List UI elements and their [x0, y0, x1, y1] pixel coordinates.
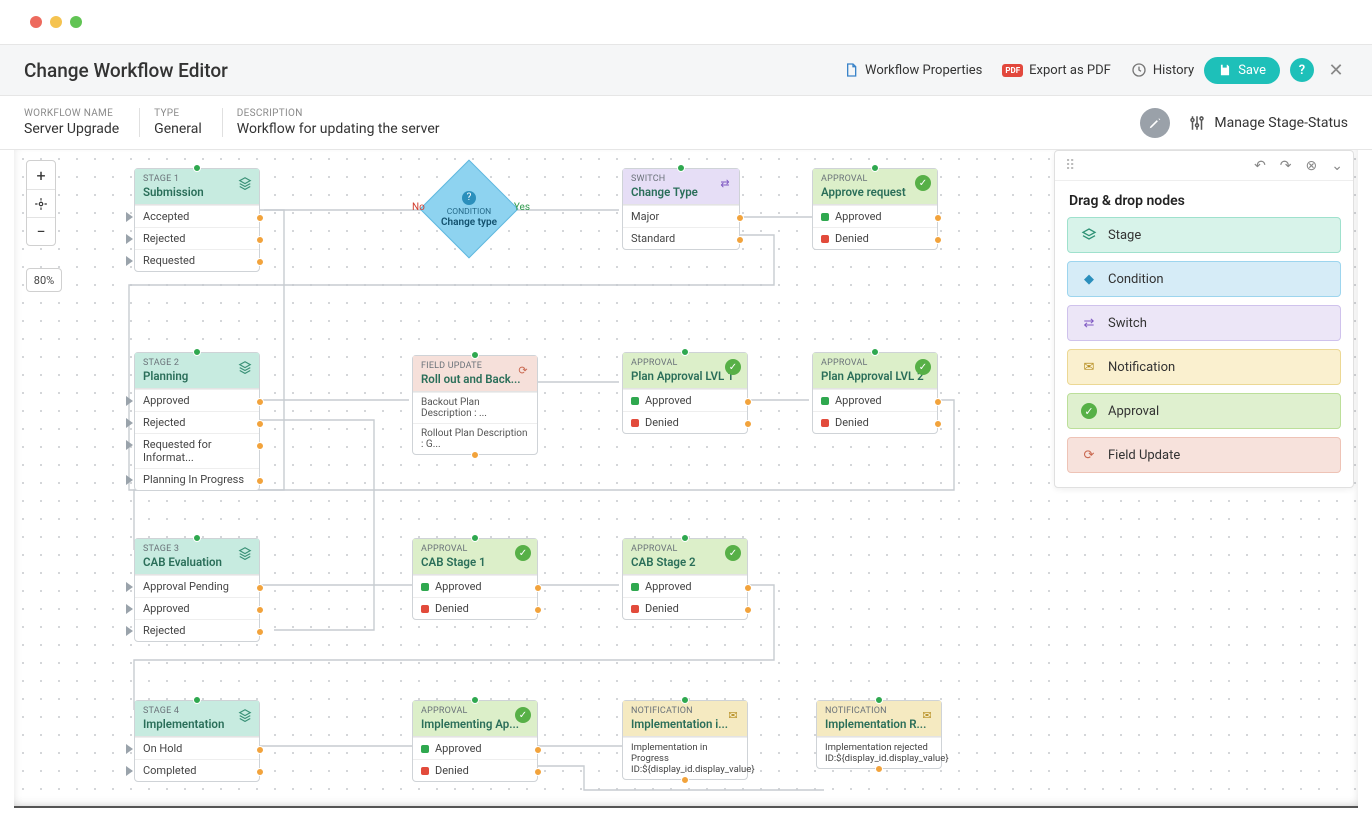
- layers-icon: [237, 175, 253, 191]
- close-button[interactable]: ✕: [1324, 58, 1348, 82]
- palette-approval[interactable]: ✓Approval: [1067, 393, 1341, 429]
- palette-notification[interactable]: ✉Notification: [1067, 349, 1341, 385]
- check-icon: ✓: [725, 359, 741, 375]
- check-icon: ✓: [1080, 402, 1098, 420]
- node-stage-4[interactable]: STAGE 4Implementation On Hold Completed: [134, 700, 260, 782]
- node-notification-in-progress[interactable]: NOTIFICATIONImplementation i...✉ Impleme…: [622, 700, 748, 780]
- history-button[interactable]: History: [1121, 56, 1204, 84]
- redo-button[interactable]: ↷: [1280, 158, 1292, 174]
- palette-stage[interactable]: Stage: [1067, 217, 1341, 253]
- document-icon: [843, 62, 859, 78]
- title-bar: [0, 0, 1372, 44]
- layers-icon: [237, 545, 253, 561]
- node-cab-stage-2[interactable]: APPROVALCAB Stage 2✓ Approved Denied: [622, 538, 748, 620]
- description-value: Workflow for updating the server: [237, 121, 440, 137]
- node-approve-request[interactable]: APPROVAL Approve request ✓ Approved Deni…: [812, 168, 938, 250]
- meta-bar: WORKFLOW NAME Server Upgrade TYPE Genera…: [0, 96, 1372, 150]
- workflow-name: Server Upgrade: [24, 121, 119, 137]
- node-stage-3[interactable]: STAGE 3 CAB Evaluation Approval Pending …: [134, 538, 260, 642]
- node-switch[interactable]: SWITCH Change Type ⇄ Major Standard: [622, 168, 740, 250]
- locate-icon: [34, 197, 48, 211]
- palette-condition[interactable]: ◆Condition: [1067, 261, 1341, 297]
- node-implementing-approval[interactable]: APPROVALImplementing Ap...✓ Approved Den…: [412, 700, 538, 782]
- check-icon: ✓: [515, 707, 531, 723]
- sliders-icon: [1188, 114, 1206, 132]
- clear-button[interactable]: ⊗: [1306, 158, 1318, 174]
- switch-icon: ⇄: [717, 175, 733, 191]
- description-label: DESCRIPTION: [237, 108, 440, 119]
- zoom-percent: 80%: [26, 268, 62, 292]
- history-icon: [1131, 62, 1147, 78]
- zoom-out-button[interactable]: −: [27, 217, 55, 245]
- sync-icon: ⟳: [515, 362, 531, 378]
- palette-switch[interactable]: ⇄Switch: [1067, 305, 1341, 341]
- sync-icon: ⟳: [1080, 446, 1098, 464]
- check-icon: ✓: [915, 359, 931, 375]
- canvas[interactable]: + − 80% STAGE 1 Submission: [14, 150, 1358, 808]
- node-plan-approval-2[interactable]: APPROVAL Plan Approval LVL 2 ✓ Approved …: [812, 352, 938, 434]
- palette-field-update[interactable]: ⟳Field Update: [1067, 437, 1341, 473]
- diamond-icon: ◆: [1080, 270, 1098, 288]
- check-icon: ✓: [725, 545, 741, 561]
- layers-icon: [1080, 226, 1098, 244]
- check-icon: ✓: [915, 175, 931, 191]
- question-icon: ?: [462, 191, 476, 205]
- layers-icon: [237, 359, 253, 375]
- header: Change Workflow Editor Workflow Properti…: [0, 44, 1372, 96]
- pdf-icon: PDF: [1002, 64, 1023, 77]
- save-button[interactable]: Save: [1204, 57, 1280, 84]
- node-plan-approval-1[interactable]: APPROVAL Plan Approval LVL 1 ✓ Approved …: [622, 352, 748, 434]
- node-cab-stage-1[interactable]: APPROVALCAB Stage 1✓ Approved Denied: [412, 538, 538, 620]
- page-title: Change Workflow Editor: [24, 59, 228, 82]
- type-label: TYPE: [154, 108, 202, 119]
- palette-panel[interactable]: ⠿ ↶ ↷ ⊗ ⌄ Drag & drop nodes Stage ◆Condi…: [1054, 150, 1354, 488]
- layers-icon: [237, 707, 253, 723]
- drag-handle-icon[interactable]: ⠿: [1065, 158, 1075, 174]
- undo-button[interactable]: ↶: [1254, 158, 1266, 174]
- zoom-controls: + −: [26, 160, 56, 246]
- save-icon: [1218, 63, 1232, 77]
- node-stage-2[interactable]: STAGE 2 Planning Approved Rejected Reque…: [134, 352, 260, 491]
- traffic-close[interactable]: [30, 16, 42, 28]
- node-field-update[interactable]: FIELD UPDATE Roll out and Back... ⟳ Back…: [412, 355, 538, 455]
- workflow-properties-button[interactable]: Workflow Properties: [833, 56, 992, 84]
- node-condition[interactable]: ? CONDITION Change type No Yes: [434, 174, 504, 244]
- node-notification-rejected[interactable]: NOTIFICATIONImplementation R...✉ Impleme…: [816, 700, 942, 769]
- help-button[interactable]: ?: [1290, 58, 1314, 82]
- type-value: General: [154, 121, 202, 137]
- workflow-name-label: WORKFLOW NAME: [24, 108, 119, 119]
- mail-icon: ✉: [1080, 358, 1098, 376]
- export-pdf-button[interactable]: PDF Export as PDF: [992, 57, 1120, 84]
- zoom-in-button[interactable]: +: [27, 161, 55, 189]
- check-icon: ✓: [515, 545, 531, 561]
- zoom-center-button[interactable]: [27, 189, 55, 217]
- traffic-min[interactable]: [50, 16, 62, 28]
- palette-title: Drag & drop nodes: [1055, 181, 1353, 217]
- pencil-icon: [1148, 116, 1162, 130]
- mail-icon: ✉: [725, 707, 741, 723]
- manage-stage-status-button[interactable]: Manage Stage-Status: [1188, 114, 1348, 132]
- mail-icon: ✉: [919, 707, 935, 723]
- traffic-max[interactable]: [70, 16, 82, 28]
- collapse-button[interactable]: ⌄: [1331, 158, 1343, 174]
- node-stage-1[interactable]: STAGE 1 Submission Accepted Rejected Req…: [134, 168, 260, 272]
- switch-icon: ⇄: [1080, 314, 1098, 332]
- edit-button[interactable]: [1140, 108, 1170, 138]
